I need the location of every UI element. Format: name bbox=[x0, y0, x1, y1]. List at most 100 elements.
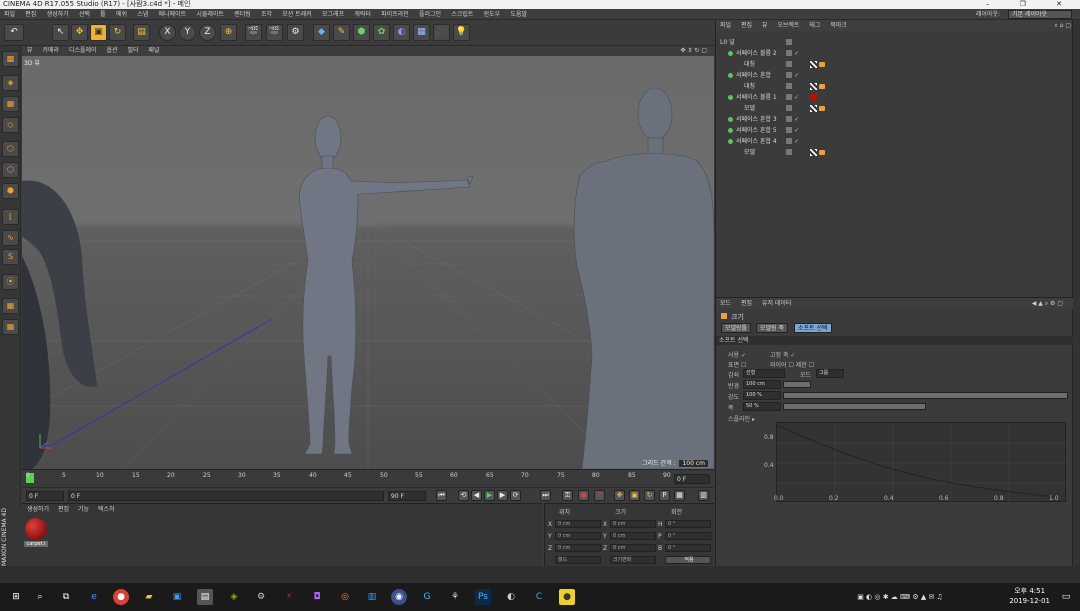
tab-soft-selection[interactable]: 소프트 선택 bbox=[794, 323, 832, 333]
menu-character[interactable]: 캐릭터 bbox=[354, 11, 371, 18]
menu-edit[interactable]: 편집 bbox=[25, 11, 36, 18]
object-row[interactable]: 서페이스 혼합 ✓ bbox=[716, 70, 1071, 81]
visibility-dot[interactable] bbox=[786, 138, 792, 144]
record-keys-icon[interactable]: ⚿ bbox=[562, 490, 573, 501]
recent-tool-icon[interactable]: ▤ bbox=[133, 24, 150, 41]
mode-select[interactable]: 그룹 bbox=[816, 369, 844, 378]
strength-field[interactable]: 100 % bbox=[743, 391, 781, 400]
visibility-dot[interactable] bbox=[786, 105, 792, 111]
menu-animate[interactable]: 애니메이트 bbox=[159, 11, 187, 18]
store-icon[interactable]: ▣ bbox=[169, 589, 185, 605]
render-settings-icon[interactable]: ⚙ bbox=[287, 24, 304, 41]
checker-tag-icon[interactable] bbox=[810, 149, 817, 156]
viewport-menu-view[interactable]: 뷰 bbox=[27, 47, 33, 54]
twitch-icon[interactable]: ◘ bbox=[309, 589, 325, 605]
menu-mograph[interactable]: 모그래프 bbox=[322, 11, 344, 18]
tab-modeling-tool[interactable]: 모델링툴 bbox=[721, 323, 752, 333]
key-rotation-icon[interactable]: ↻ bbox=[644, 490, 655, 501]
falloff-spline-graph[interactable] bbox=[776, 422, 1067, 503]
visibility-dot[interactable] bbox=[786, 149, 792, 155]
camera-icon[interactable]: 🎥 bbox=[433, 24, 450, 41]
material-swatch[interactable]: carpet.l bbox=[24, 518, 48, 548]
polygons-mode-icon[interactable]: ⬢ bbox=[2, 183, 19, 199]
x-axis-button[interactable]: X bbox=[159, 24, 176, 41]
object-row[interactable]: 서페이스 혼합 5 ✓ bbox=[716, 125, 1071, 136]
y-axis-button[interactable]: Y bbox=[179, 24, 196, 41]
viewport-menu-filter[interactable]: 필터 bbox=[127, 47, 138, 54]
subdivision-icon[interactable]: ⬢ bbox=[353, 24, 370, 41]
attr-surface-label[interactable]: 표면 ☐ bbox=[728, 360, 746, 369]
task-view-icon[interactable]: ⧉ bbox=[58, 589, 74, 605]
object-row[interactable]: 서페이스 혼합 3 ✓ bbox=[716, 114, 1071, 125]
checker-tag-icon[interactable] bbox=[810, 83, 817, 90]
current-frame-field[interactable]: 0 F bbox=[674, 474, 710, 484]
menu-sculpt[interactable]: 조각 bbox=[261, 11, 272, 18]
texture-mode-icon[interactable]: ▦ bbox=[2, 96, 19, 112]
render-view-icon[interactable]: 🎬 bbox=[245, 24, 262, 41]
enabled-check[interactable]: ✓ bbox=[794, 114, 799, 125]
menu-pipeline[interactable]: 파이프라인 bbox=[381, 11, 409, 18]
rotation-b-field[interactable]: 0 ° bbox=[665, 544, 711, 552]
file-explorer-icon[interactable]: ▰ bbox=[141, 589, 157, 605]
attr-wire-limit[interactable]: 와이어 ☐ 제한 ☐ bbox=[770, 360, 814, 369]
visibility-dot[interactable] bbox=[786, 83, 792, 89]
enabled-check[interactable]: ✓ bbox=[794, 70, 799, 81]
photoshop-icon[interactable]: Ps bbox=[475, 589, 491, 605]
steam-icon[interactable]: ⚙ bbox=[253, 589, 269, 605]
phong-tag-icon[interactable] bbox=[819, 62, 825, 67]
notes-app-icon[interactable]: ▥ bbox=[364, 589, 380, 605]
menu-motion-tracker[interactable]: 모션 트래커 bbox=[282, 11, 312, 18]
size-z-field[interactable]: 0 cm bbox=[610, 544, 656, 552]
visibility-dot[interactable] bbox=[786, 50, 792, 56]
checker-tag-icon[interactable] bbox=[810, 61, 817, 68]
undo-button[interactable]: ↶ bbox=[4, 24, 24, 41]
go-to-end-button[interactable]: ⏭ bbox=[540, 490, 551, 501]
end-frame-field[interactable]: 90 F bbox=[388, 491, 426, 501]
size-mode-select[interactable]: 크기변화 bbox=[610, 556, 656, 564]
key-scale-icon[interactable]: ▣ bbox=[629, 490, 640, 501]
pen-icon[interactable]: ✎ bbox=[333, 24, 350, 41]
objmgr-menu-view[interactable]: 뷰 bbox=[762, 22, 768, 29]
width-field[interactable]: 50 % bbox=[743, 402, 781, 411]
phong-tag-icon[interactable] bbox=[819, 84, 825, 89]
object-row[interactable]: 모델 bbox=[716, 147, 1071, 158]
make-editable-icon[interactable]: ▩ bbox=[2, 51, 19, 67]
timeline-settings-icon[interactable]: ▥ bbox=[698, 490, 709, 501]
edge-browser-icon[interactable]: e bbox=[86, 589, 102, 605]
origin-icon[interactable]: ◎ bbox=[337, 589, 353, 605]
viewport-menu-camera[interactable]: 카메라 bbox=[42, 47, 59, 54]
viewport-menu-display[interactable]: 디스플레이 bbox=[69, 47, 97, 54]
rotate-icon[interactable]: ↻ bbox=[109, 24, 126, 41]
attr-menu-userdata[interactable]: 유저 데이터 bbox=[762, 300, 792, 307]
key-parameter-icon[interactable]: P bbox=[659, 490, 670, 501]
array-icon[interactable]: ✿ bbox=[373, 24, 390, 41]
next-keyframe-button[interactable]: ⟳ bbox=[510, 490, 521, 501]
attr-use-label[interactable]: 사용 ✓ bbox=[728, 350, 746, 359]
menu-create[interactable]: 생성하기 bbox=[47, 11, 69, 18]
material-menu-function[interactable]: 기능 bbox=[78, 506, 89, 513]
size-x-field[interactable]: 0 cm bbox=[610, 520, 656, 528]
material-menu-texture[interactable]: 텍스처 bbox=[98, 506, 115, 513]
object-row[interactable]: 대칭 bbox=[716, 81, 1071, 92]
enabled-check[interactable]: ✓ bbox=[794, 125, 799, 136]
search-icon[interactable]: ⌕ bbox=[32, 589, 48, 605]
attr-menu-mode[interactable]: 모드 bbox=[720, 300, 731, 307]
menu-window[interactable]: 윈도우 bbox=[484, 11, 501, 18]
previous-frame-button[interactable]: ◀ bbox=[471, 490, 482, 501]
objmgr-menu-object[interactable]: 오브젝트 bbox=[777, 22, 799, 29]
rotation-h-field[interactable]: 0 ° bbox=[665, 520, 711, 528]
floor-icon[interactable]: ▦ bbox=[413, 24, 430, 41]
falloff-select[interactable]: 선형 bbox=[743, 369, 785, 378]
rotation-p-field[interactable]: 0 ° bbox=[665, 532, 711, 540]
objmgr-menu-edit[interactable]: 편집 bbox=[741, 22, 752, 29]
enabled-check[interactable]: ✓ bbox=[794, 92, 799, 103]
blender-icon[interactable]: ⚘ bbox=[447, 589, 463, 605]
cube-icon[interactable]: ◆ bbox=[313, 24, 330, 41]
object-row[interactable]: 서페이스 혼합 4 ✓ bbox=[716, 136, 1071, 147]
edges-mode-icon[interactable]: ⬡ bbox=[2, 162, 19, 178]
chrome-icon[interactable]: ● bbox=[113, 589, 129, 605]
viewport-nav-icons[interactable]: ✥ ⇕ ↻ ▢ bbox=[681, 46, 707, 56]
bolt-app-icon[interactable]: ⚡ bbox=[281, 589, 297, 605]
size-y-field[interactable]: 0 cm bbox=[610, 532, 656, 540]
start-frame-field[interactable]: 0 F bbox=[26, 491, 64, 501]
